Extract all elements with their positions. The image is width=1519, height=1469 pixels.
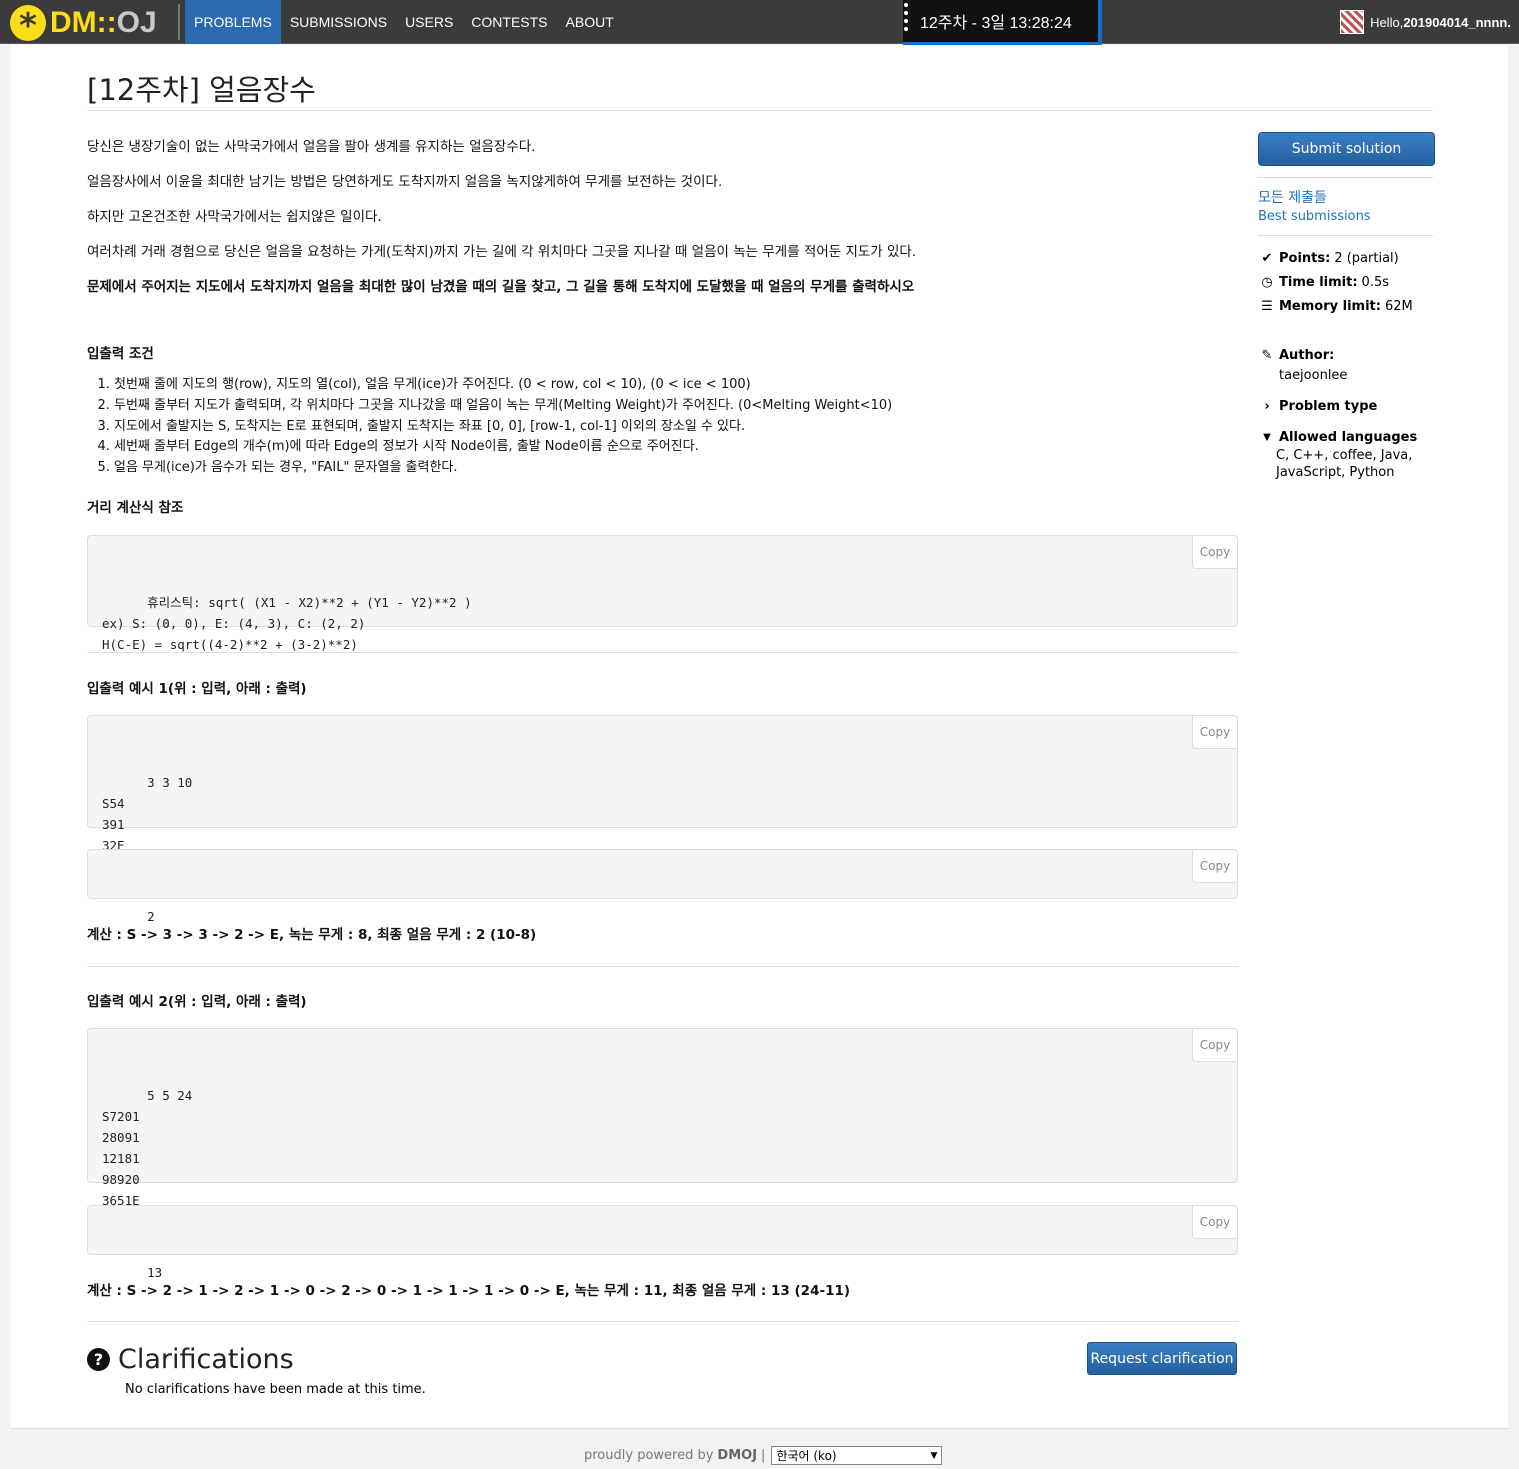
sidebar-divider: [1258, 177, 1433, 178]
time-limit-label: Time limit:: [1279, 275, 1358, 290]
points-label: Points:: [1279, 251, 1331, 266]
list-item: 얼음 무게(ice)가 음수가 되는 경우, "FAIL" 문자열을 출력한다.: [114, 458, 892, 479]
nav-menu: PROBLEMS SUBMISSIONS USERS CONTESTS ABOU…: [185, 0, 623, 44]
sidebar-divider: [1258, 235, 1433, 236]
list-item: 지도에서 출발지는 S, 도착지는 E로 표현되며, 출발지 도착지는 좌표 […: [114, 417, 892, 438]
code-text: 휴리스틱: sqrt( (X1 - X2)**2 + (Y1 - Y2)**2 …: [102, 595, 472, 652]
code-text: 5 5 24 S7201 28091 12181 98920 3651E: [102, 1088, 193, 1208]
nav-users[interactable]: USERS: [396, 0, 462, 44]
section-divider: [87, 652, 1238, 653]
time-limit-value: 0.5s: [1361, 275, 1389, 290]
points-row: ✔ Points: 2 (partial): [1258, 251, 1399, 266]
check-icon: ✔: [1261, 251, 1273, 266]
io-conditions-list: 첫번째 줄에 지도의 행(row), 지도의 열(col), 얼음 무게(ice…: [87, 375, 892, 479]
copy-button[interactable]: Copy: [1192, 1206, 1237, 1239]
star-circle-icon: *: [10, 5, 46, 43]
clarifications-heading: ? Clarifications: [87, 1344, 294, 1375]
author-name[interactable]: taejoonlee: [1279, 368, 1347, 383]
powered-by-text: proudly powered by: [584, 1448, 714, 1463]
nav-contests[interactable]: CONTESTS: [462, 0, 556, 44]
io-heading: 입출력 조건: [87, 346, 154, 362]
problem-type-label: Problem type: [1279, 399, 1378, 414]
paragraph: 여러차례 거래 경험으로 당신은 얼음을 요청하는 가게(도착지)까지 가는 길…: [87, 244, 917, 260]
list-item: 두번째 줄부터 지도가 출력되며, 각 위치마다 그곳을 지나갔을 때 얼음이 …: [114, 396, 892, 417]
list-item: 첫번째 줄에 지도의 행(row), 지도의 열(col), 얼음 무게(ice…: [114, 375, 892, 396]
paragraph: 얼음장사에서 이윤을 최대한 남기는 방법은 당연하게도 도착지까지 얼음을 녹…: [87, 174, 723, 190]
page-title: [12주차] 얼음장수: [87, 73, 316, 107]
example1-input: Copy 3 3 10 S54 391 32E: [87, 715, 1238, 853]
memory-limit-value: 62M: [1384, 299, 1413, 314]
greeting-text: Hello,: [1370, 14, 1404, 30]
dmoj-link[interactable]: DMOJ: [717, 1448, 757, 1463]
chevron-right-icon: ›: [1264, 399, 1270, 414]
task-statement: 문제에서 주어지는 지도에서 도착지까지 얼음을 최대한 많이 남겼을 때의 길…: [87, 279, 915, 295]
author-label: Author:: [1279, 348, 1335, 363]
clock-icon: ◷: [1261, 275, 1273, 290]
site-logo[interactable]: * DM::OJ: [10, 4, 157, 43]
paragraph: 하지만 고온건조한 사막국가에서는 쉽지않은 일이다.: [87, 209, 382, 225]
allowed-languages-value: JavaScript, Python: [1276, 465, 1395, 480]
time-limit-row: ◷ Time limit: 0.5s: [1258, 275, 1389, 290]
example2-calc: 계산 : S -> 2 -> 1 -> 2 -> 1 -> 0 -> 2 -> …: [87, 1283, 851, 1299]
code-text: 3 3 10 S54 391 32E: [102, 775, 193, 853]
allowed-languages-value: C, C++, coffee, Java,: [1276, 448, 1413, 463]
question-circle-icon: ?: [87, 1348, 110, 1371]
language-select[interactable]: 한국어 (ko) ▼: [771, 1446, 943, 1465]
section-divider: [87, 1321, 1238, 1322]
copy-button[interactable]: Copy: [1192, 536, 1237, 569]
user-menu[interactable]: Hello, 201904014_nnnn.: [1340, 0, 1511, 44]
avatar: [1340, 10, 1365, 34]
nav-divider: [178, 4, 180, 40]
footer-separator: |: [761, 1448, 766, 1463]
allowed-languages-toggle[interactable]: ▼ Allowed languages: [1258, 430, 1421, 445]
section-divider: [87, 966, 1238, 967]
memory-limit-label: Memory limit:: [1279, 299, 1381, 314]
paragraph: 당신은 냉장기술이 없는 사막국가에서 얼음을 팔아 생계를 유지하는 얼음장수…: [87, 139, 536, 155]
submit-solution-button[interactable]: Submit solution: [1258, 132, 1435, 166]
memory-limit-row: ☰ Memory limit: 62M: [1258, 299, 1413, 314]
navbar: * DM::OJ PROBLEMS SUBMISSIONS USERS CONT…: [0, 0, 1519, 46]
allowed-languages-label: Allowed languages: [1279, 430, 1418, 445]
all-submissions-link[interactable]: 모든 제출들: [1258, 187, 1327, 207]
example2-output: Copy 13: [87, 1205, 1238, 1280]
list-item: 세번째 줄부터 Edge의 개수(m)에 따라 Edge의 정보가 시작 Nod…: [114, 437, 892, 458]
code-text: 2: [147, 909, 155, 924]
example1-heading: 입출력 예시 1(위 : 입력, 아래 : 출력): [87, 681, 307, 697]
author-row: ✎ Author:: [1258, 348, 1338, 363]
request-clarification-button[interactable]: Request clarification: [1087, 1342, 1237, 1375]
best-submissions-link[interactable]: Best submissions: [1258, 209, 1371, 224]
code-text: 13: [147, 1265, 163, 1280]
contest-timer-text: 12주차 - 3일 13:28:24: [920, 15, 1072, 32]
footer: proudly powered by DMOJ | 한국어 (ko) ▼: [11, 1428, 1508, 1469]
clarifications-title: Clarifications: [118, 1344, 294, 1375]
nav-about[interactable]: ABOUT: [557, 0, 623, 44]
page-content: [12주차] 얼음장수 당신은 냉장기술이 없는 사막국가에서 얼음을 팔아 생…: [11, 45, 1508, 1428]
example2-input: Copy 5 5 24 S7201 28091 12181 98920 3651…: [87, 1028, 1238, 1208]
language-selected: 한국어 (ko): [776, 1449, 837, 1463]
server-icon: ☰: [1261, 299, 1273, 314]
copy-button[interactable]: Copy: [1192, 850, 1237, 883]
clarifications-empty-text: No clarifications have been made at this…: [125, 1382, 426, 1397]
example1-output: Copy 2: [87, 849, 1238, 924]
nav-submissions[interactable]: SUBMISSIONS: [281, 0, 396, 44]
example1-calc: 계산 : S -> 3 -> 3 -> 2 -> E, 녹는 무게 : 8, 최…: [87, 927, 537, 943]
edit-icon: ✎: [1261, 348, 1273, 363]
contest-timer[interactable]: 12주차 - 3일 13:28:24: [903, 0, 1102, 46]
chevron-down-icon: ▼: [930, 1450, 938, 1461]
problem-type-toggle[interactable]: › Problem type: [1258, 399, 1381, 414]
chevron-down-icon: ▼: [1263, 432, 1271, 443]
drag-handle-icon[interactable]: [903, 3, 909, 35]
title-divider: [87, 110, 1433, 111]
nav-problems[interactable]: PROBLEMS: [185, 0, 281, 44]
example2-heading: 입출력 예시 2(위 : 입력, 아래 : 출력): [87, 994, 307, 1010]
points-value: 2 (partial): [1334, 251, 1399, 266]
code-block-distance: Copy 휴리스틱: sqrt( (X1 - X2)**2 + (Y1 - Y2…: [87, 535, 1238, 652]
username: 201904014_nnnn.: [1403, 14, 1511, 30]
logo-text: DM::OJ: [50, 6, 157, 39]
copy-button[interactable]: Copy: [1192, 1029, 1237, 1062]
distance-heading: 거리 계산식 참조: [87, 500, 184, 516]
copy-button[interactable]: Copy: [1192, 716, 1237, 749]
footer-content: proudly powered by DMOJ | 한국어 (ko) ▼: [584, 1446, 943, 1465]
